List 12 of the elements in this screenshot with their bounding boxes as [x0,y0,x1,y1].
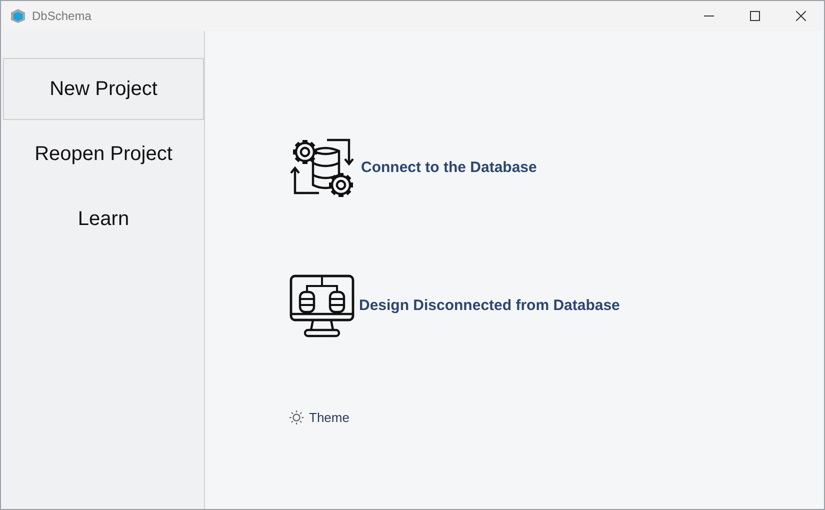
maximize-icon [750,11,760,21]
action-link[interactable]: Design Disconnected from Database [289,274,824,338]
sun-icon [289,410,304,426]
close-icon [796,11,806,21]
sidebar-item[interactable]: New Project [3,58,204,120]
sidebar-item[interactable]: Reopen Project [3,123,204,185]
window-title: DbSchema [32,8,92,25]
monitor-database-icon [289,274,355,338]
theme-button[interactable]: Theme [289,408,824,428]
action-link[interactable]: Connect to the Database [289,135,824,201]
sidebar-item[interactable]: Learn [3,188,204,250]
app-icon [10,8,26,24]
